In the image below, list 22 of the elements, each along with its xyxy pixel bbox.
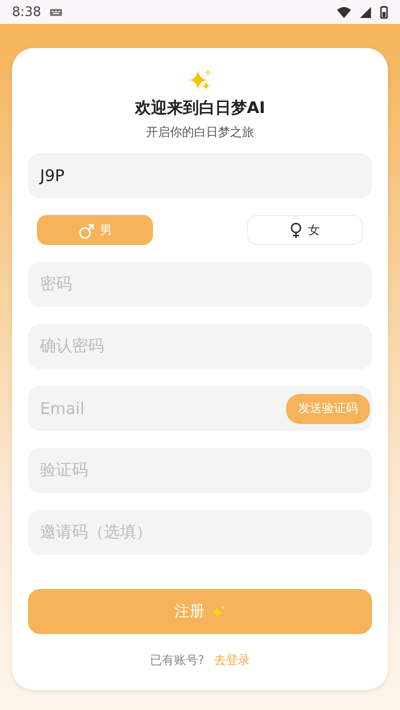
send-code-button[interactable]: 发送验证码 — [286, 394, 370, 424]
male-icon — [78, 222, 94, 238]
username-field[interactable]: J9P — [28, 153, 372, 198]
status-time: 8:38 — [12, 4, 42, 20]
welcome-subtitle: 开启你的白日梦之旅 — [146, 124, 254, 141]
female-icon — [290, 222, 302, 238]
account-prompt: 已有账号? — [150, 652, 204, 669]
wifi-icon — [336, 6, 352, 18]
register-button[interactable]: 注册 — [28, 589, 372, 634]
login-link[interactable]: 去登录 — [214, 652, 250, 669]
signal-icon — [360, 6, 372, 18]
welcome-title: 欢迎来到白日梦AI — [134, 98, 266, 119]
input-field[interactable]: 确认密码 — [28, 324, 372, 369]
battery-icon — [380, 6, 388, 18]
gender-button[interactable]: 男 — [37, 215, 153, 245]
keyboard-icon — [49, 6, 64, 18]
input-field[interactable]: 邀请码（选填） — [28, 510, 372, 555]
gender-button[interactable]: 女 — [247, 215, 363, 245]
input-field[interactable]: Email 发送验证码 — [28, 386, 372, 431]
sparkle-icon — [210, 604, 226, 619]
input-field[interactable]: 密码 — [28, 262, 372, 307]
input-field[interactable]: 验证码 — [28, 448, 372, 493]
